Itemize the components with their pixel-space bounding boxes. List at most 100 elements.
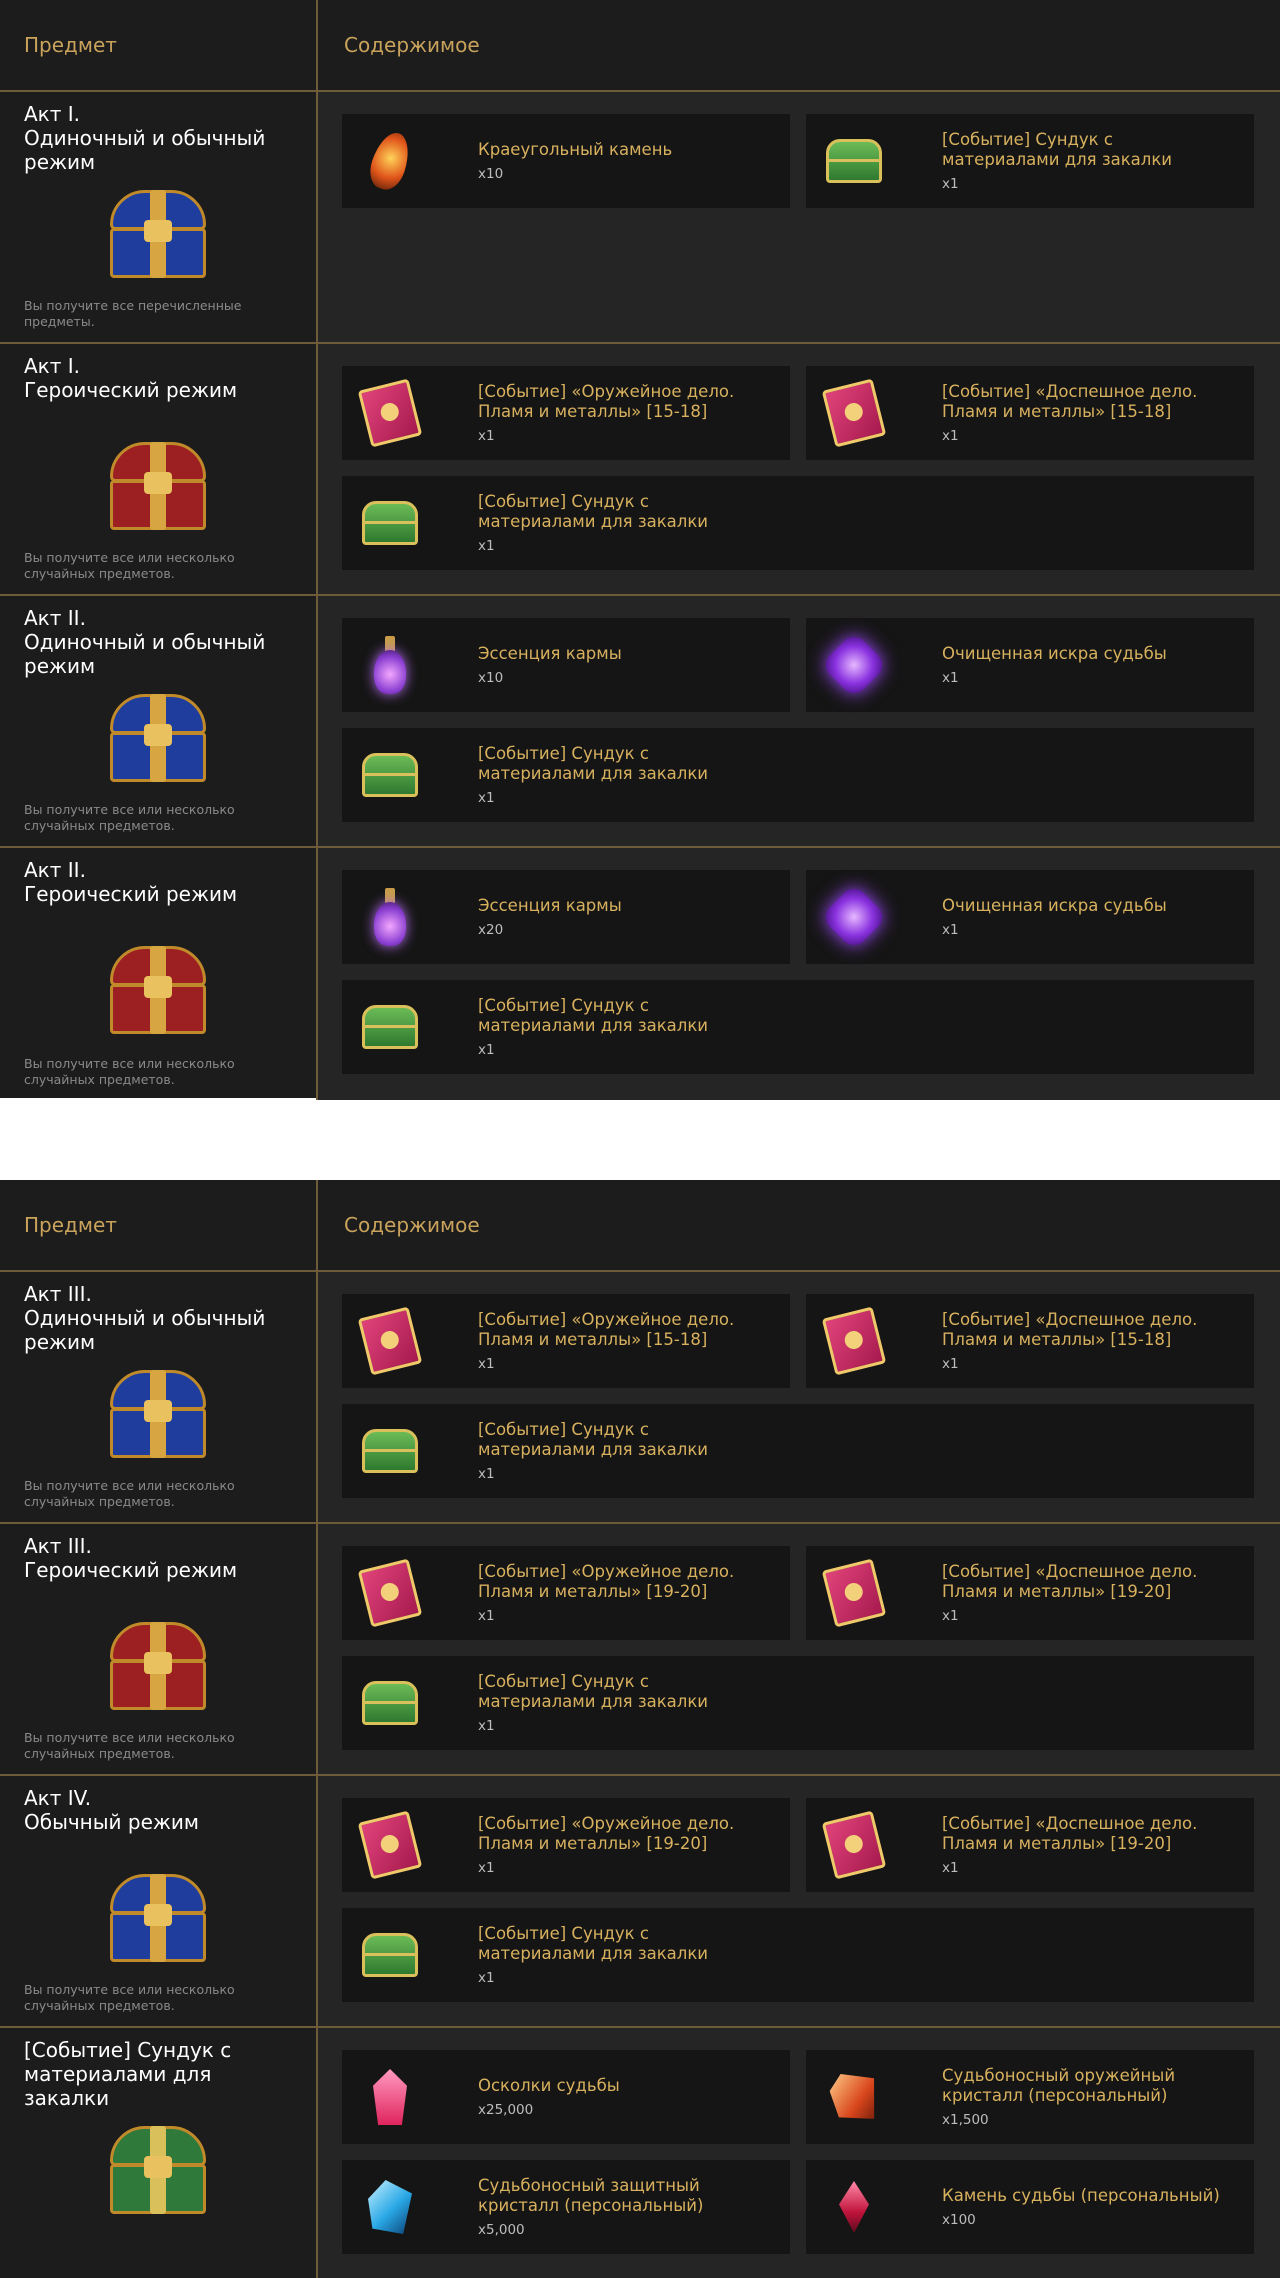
item-name: Камень судьбы (персональный) (942, 2186, 1220, 2205)
header-contents: Содержимое (344, 33, 480, 57)
item-name: [Событие] «Оружейное дело. Пламя и метал… (478, 382, 735, 421)
item-quantity: x1 (478, 1970, 495, 1986)
green-chest-icon (342, 728, 438, 822)
green-chest-icon (342, 1656, 438, 1750)
reward-item-card: [Событие] «Оружейное дело. Пламя и метал… (342, 1294, 790, 1388)
row-item-cell: Акт I. Одиночный и обычный режим Вы получ… (0, 92, 318, 342)
row-note: Вы получите все или несколько случайных … (24, 1730, 235, 1761)
green-chest-icon (342, 1404, 438, 1498)
potion-icon (342, 618, 438, 712)
row-item-cell: Акт III. Героический режим Вы получите вс… (0, 1524, 318, 1774)
reward-item-card: Эссенция кармы x10 (342, 618, 790, 712)
red-chest-icon (104, 1618, 212, 1714)
row-note: Вы получите все или несколько случайных … (24, 550, 235, 581)
reward-item-card: [Событие] Сундук с материалами для закал… (342, 1908, 1254, 2002)
item-quantity: x10 (478, 166, 504, 182)
item-quantity: x1 (478, 428, 495, 444)
reward-item-card: [Событие] Сундук с материалами для закал… (342, 476, 1254, 570)
reward-row: Акт II. Одиночный и обычный режим Вы полу… (0, 596, 1280, 848)
item-name: Осколки судьбы (478, 2076, 620, 2095)
row-title: Акт III. Героический режим (24, 1534, 238, 1582)
row-item-cell: Акт II. Одиночный и обычный режим Вы полу… (0, 596, 318, 846)
item-name: [Событие] «Оружейное дело. Пламя и метал… (478, 1562, 735, 1601)
green-chest-icon (342, 1908, 438, 2002)
item-quantity: x10 (478, 670, 504, 686)
row-item-cell: Акт I. Героический режим Вы получите все … (0, 344, 318, 594)
orange-crystal-icon (806, 2050, 902, 2144)
item-quantity: x1 (942, 1608, 959, 1624)
reward-item-card: Судьбоносный защитный кристалл (персонал… (342, 2160, 790, 2254)
item-name: Краеугольный камень (478, 140, 673, 159)
cornerstone-icon (342, 114, 438, 208)
reward-table-2: Предмет Содержимое Акт III. Одиночный и … (0, 1180, 1280, 2278)
row-contents-cell: [Событие] «Оружейное дело. Пламя и метал… (318, 1272, 1280, 1522)
reward-row: Акт III. Одиночный и обычный режим Вы пол… (0, 1272, 1280, 1524)
row-contents-cell: Осколки судьбы x25,000 Судьбоносный оружей… (318, 2028, 1280, 2278)
item-quantity: x1 (478, 1608, 495, 1624)
red-chest-icon (104, 942, 212, 1038)
spark-icon (806, 870, 902, 964)
header-item: Предмет (24, 33, 117, 57)
red-chest-icon (104, 438, 212, 534)
row-item-cell: Акт III. Одиночный и обычный режим Вы пол… (0, 1272, 318, 1522)
item-quantity: x1 (478, 790, 495, 806)
header-item: Предмет (24, 1213, 117, 1237)
item-quantity: x1 (942, 428, 959, 444)
reward-row: Акт III. Героический режим Вы получите вс… (0, 1524, 1280, 1776)
item-quantity: x1 (478, 1860, 495, 1876)
spark-icon (806, 618, 902, 712)
row-item-cell: [Событие] Сундук с материалами для закал… (0, 2028, 318, 2278)
reward-item-card: [Событие] «Доспешное дело. Пламя и метал… (806, 1294, 1254, 1388)
blue-chest-icon (104, 186, 212, 282)
blue-chest-icon (104, 1870, 212, 1966)
item-name: [Событие] Сундук с материалами для закал… (478, 492, 709, 531)
book-icon (342, 1798, 438, 1892)
row-note: Вы получите все или несколько случайных … (24, 1056, 235, 1087)
header-contents: Содержимое (344, 1213, 480, 1237)
book-icon (806, 1294, 902, 1388)
item-name: [Событие] «Доспешное дело. Пламя и метал… (942, 1814, 1198, 1853)
green-chest-icon (104, 2122, 212, 2218)
row-title: Акт I. Героический режим (24, 354, 238, 402)
item-name: [Событие] Сундук с материалами для закал… (478, 744, 709, 783)
row-item-cell: Акт II. Героический режим Вы получите все… (0, 848, 318, 1100)
potion-icon (342, 870, 438, 964)
reward-row: Акт I. Одиночный и обычный режим Вы получ… (0, 92, 1280, 344)
row-contents-cell: Эссенция кармы x20 Очищенная искра судьбы x… (318, 848, 1280, 1100)
reward-row: Акт I. Героический режим Вы получите все … (0, 344, 1280, 596)
row-title: Акт III. Одиночный и обычный режим (24, 1282, 266, 1354)
book-icon (806, 1546, 902, 1640)
reward-row: Акт IV. Обычный режим Вы получите все или… (0, 1776, 1280, 2028)
item-quantity: x5,000 (478, 2222, 525, 2238)
reward-item-card: Очищенная искра судьбы x1 (806, 870, 1254, 964)
item-quantity: x20 (478, 922, 504, 938)
reward-item-card: [Событие] Сундук с материалами для закал… (342, 980, 1254, 1074)
item-name: [Событие] Сундук с материалами для закал… (942, 130, 1173, 169)
row-title: Акт II. Героический режим (24, 858, 238, 906)
table-rows: Акт I. Одиночный и обычный режим Вы получ… (0, 92, 1280, 1100)
item-name: [Событие] «Доспешное дело. Пламя и метал… (942, 1562, 1198, 1601)
item-name: [Событие] «Доспешное дело. Пламя и метал… (942, 1310, 1198, 1349)
row-contents-cell: [Событие] «Оружейное дело. Пламя и метал… (318, 344, 1280, 594)
reward-item-card: [Событие] «Доспешное дело. Пламя и метал… (806, 1798, 1254, 1892)
reward-item-card: Судьбоносный оружейный кристалл (персона… (806, 2050, 1254, 2144)
reward-item-card: [Событие] «Оружейное дело. Пламя и метал… (342, 1546, 790, 1640)
item-name: [Событие] «Оружейное дело. Пламя и метал… (478, 1310, 735, 1349)
red-stone-icon (806, 2160, 902, 2254)
reward-item-card: [Событие] Сундук с материалами для закал… (342, 1656, 1254, 1750)
table-header: Предмет Содержимое (0, 0, 1280, 92)
green-chest-icon (342, 476, 438, 570)
item-name: Очищенная искра судьбы (942, 896, 1167, 915)
reward-item-card: Камень судьбы (персональный) x100 (806, 2160, 1254, 2254)
item-name: Судьбоносный защитный кристалл (персонал… (478, 2176, 704, 2215)
row-title: Акт IV. Обычный режим (24, 1786, 200, 1834)
reward-item-card: [Событие] Сундук с материалами для закал… (806, 114, 1254, 208)
table-header: Предмет Содержимое (0, 1180, 1280, 1272)
reward-row: Акт II. Героический режим Вы получите все… (0, 848, 1280, 1100)
item-quantity: x1 (942, 1356, 959, 1372)
item-name: [Событие] Сундук с материалами для закал… (478, 1420, 709, 1459)
item-name: Эссенция кармы (478, 896, 622, 915)
row-contents-cell: [Событие] «Оружейное дело. Пламя и метал… (318, 1524, 1280, 1774)
book-icon (806, 366, 902, 460)
reward-table-1: Предмет Содержимое Акт I. Одиночный и об… (0, 0, 1280, 1100)
